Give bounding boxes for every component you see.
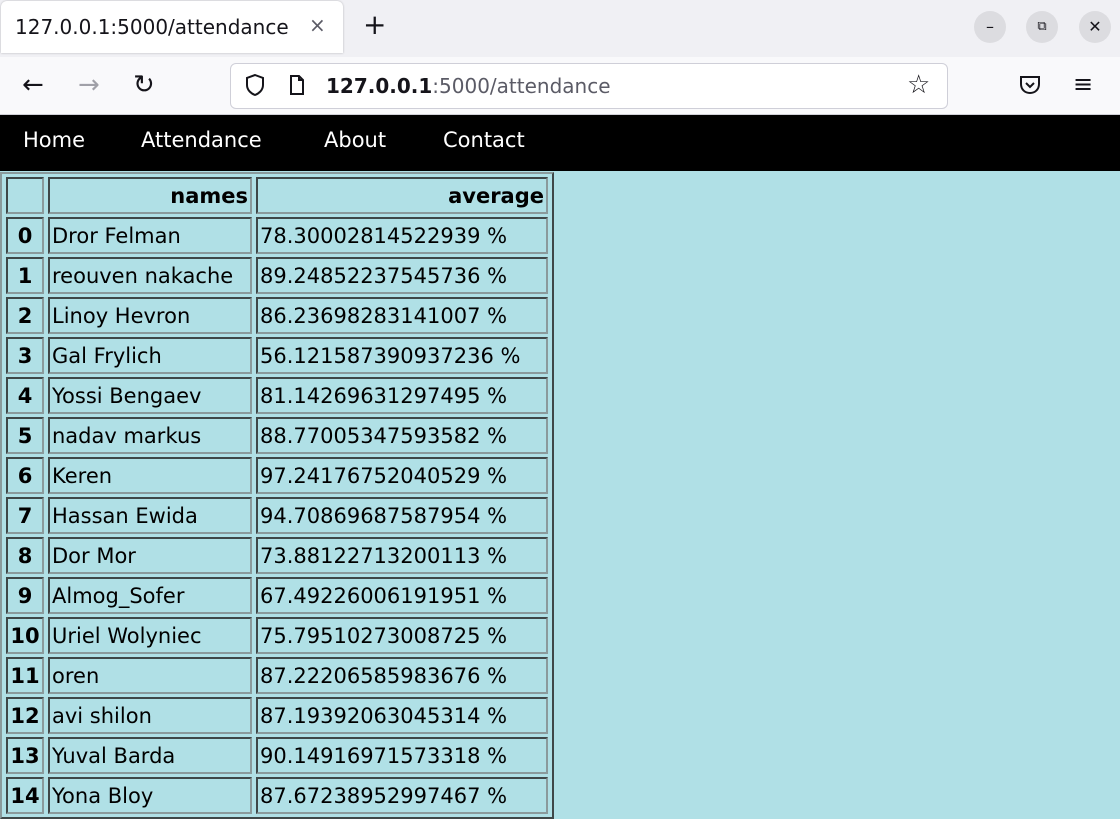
forward-arrow-icon[interactable]: →: [78, 70, 100, 100]
table-row: 1 reouven nakache 89.24852237545736 %: [6, 257, 548, 294]
page-info-icon[interactable]: [289, 75, 305, 95]
student-name-cell: Hassan Ewida: [48, 497, 252, 534]
table-row: 14 Yona Bloy 87.67238952997467 %: [6, 777, 548, 814]
close-window-button[interactable]: ✕: [1079, 11, 1111, 43]
table-row: 8 Dor Mor 73.88122713200113 %: [6, 537, 548, 574]
row-index: 9: [6, 577, 44, 614]
student-name-cell: oren: [48, 657, 252, 694]
attendance-table-container: names average 0 Dror Felman 78.30002814522…: [0, 172, 554, 819]
table-row: 11 oren 87.22206585983676 %: [6, 657, 548, 694]
shield-icon[interactable]: [245, 74, 265, 96]
average-cell: 87.19392063045314 %: [256, 697, 548, 734]
student-name-cell: Linoy Hevron: [48, 297, 252, 334]
nav-about-link[interactable]: About: [324, 128, 386, 152]
pocket-icon[interactable]: [1018, 74, 1042, 96]
url-host: 127.0.0.1: [326, 74, 433, 98]
table-row: 4 Yossi Bengaev 81.14269631297495 %: [6, 377, 548, 414]
nav-contact-link[interactable]: Contact: [443, 128, 525, 152]
table-row: 13 Yuval Barda 90.14916971573318 %: [6, 737, 548, 774]
url-bar[interactable]: 127.0.0.1:5000/attendance ☆: [230, 63, 948, 109]
row-index: 3: [6, 337, 44, 374]
tab-close-icon[interactable]: ×: [309, 13, 326, 37]
header-names: names: [48, 177, 252, 214]
row-index: 7: [6, 497, 44, 534]
average-cell: 90.14916971573318 %: [256, 737, 548, 774]
row-index: 13: [6, 737, 44, 774]
site-navigation: Home Attendance About Contact: [0, 115, 1120, 171]
row-index: 14: [6, 777, 44, 814]
tab-strip: 127.0.0.1:5000/attendance × + – ⧉ ✕: [0, 0, 1120, 57]
row-index: 4: [6, 377, 44, 414]
student-name-cell: reouven nakache: [48, 257, 252, 294]
average-cell: 97.24176752040529 %: [256, 457, 548, 494]
row-index: 10: [6, 617, 44, 654]
new-tab-button[interactable]: +: [363, 8, 386, 41]
header-average: average: [256, 177, 548, 214]
average-cell: 73.88122713200113 %: [256, 537, 548, 574]
average-cell: 86.23698283141007 %: [256, 297, 548, 334]
nav-home-link[interactable]: Home: [23, 128, 85, 152]
student-name-cell: Keren: [48, 457, 252, 494]
row-index: 6: [6, 457, 44, 494]
table-row: 5 nadav markus 88.77005347593582 %: [6, 417, 548, 454]
average-cell: 78.30002814522939 %: [256, 217, 548, 254]
header-index: [6, 177, 44, 214]
row-index: 11: [6, 657, 44, 694]
average-cell: 56.121587390937236 %: [256, 337, 548, 374]
average-cell: 75.79510273008725 %: [256, 617, 548, 654]
student-name-cell: Uriel Wolyniec: [48, 617, 252, 654]
row-index: 0: [6, 217, 44, 254]
row-index: 1: [6, 257, 44, 294]
table-header-row: names average: [6, 177, 548, 214]
average-cell: 94.70869687587954 %: [256, 497, 548, 534]
table-row: 12 avi shilon 87.19392063045314 %: [6, 697, 548, 734]
table-row: 10 Uriel Wolyniec 75.79510273008725 %: [6, 617, 548, 654]
tab-title: 127.0.0.1:5000/attendance: [15, 15, 289, 39]
row-index: 12: [6, 697, 44, 734]
url-text[interactable]: 127.0.0.1:5000/attendance: [326, 74, 611, 98]
student-name-cell: Dror Felman: [48, 217, 252, 254]
table-body: 0 Dror Felman 78.30002814522939 % 1 reouven …: [6, 217, 548, 814]
table-row: 6 Keren 97.24176752040529 %: [6, 457, 548, 494]
average-cell: 67.49226006191951 %: [256, 577, 548, 614]
url-path: :5000/attendance: [432, 74, 611, 98]
back-arrow-icon[interactable]: ←: [22, 70, 44, 100]
table-row: 3 Gal Frylich 56.121587390937236 %: [6, 337, 548, 374]
table-row: 9 Almog_Sofer 67.49226006191951 %: [6, 577, 548, 614]
restore-button[interactable]: ⧉: [1026, 11, 1058, 43]
row-index: 8: [6, 537, 44, 574]
average-cell: 89.24852237545736 %: [256, 257, 548, 294]
table-row: 2 Linoy Hevron 86.23698283141007 %: [6, 297, 548, 334]
row-index: 2: [6, 297, 44, 334]
student-name-cell: Yossi Bengaev: [48, 377, 252, 414]
student-name-cell: Dor Mor: [48, 537, 252, 574]
active-tab[interactable]: 127.0.0.1:5000/attendance ×: [1, 1, 343, 53]
table-row: 0 Dror Felman 78.30002814522939 %: [6, 217, 548, 254]
table-row: 7 Hassan Ewida 94.70869687587954 %: [6, 497, 548, 534]
nav-attendance-link[interactable]: Attendance: [141, 128, 262, 152]
row-index: 5: [6, 417, 44, 454]
student-name-cell: Yuval Barda: [48, 737, 252, 774]
average-cell: 87.22206585983676 %: [256, 657, 548, 694]
student-name-cell: Gal Frylich: [48, 337, 252, 374]
minimize-button[interactable]: –: [974, 11, 1006, 43]
hamburger-menu-icon[interactable]: ≡: [1073, 70, 1093, 98]
student-name-cell: avi shilon: [48, 697, 252, 734]
reload-icon[interactable]: ↻: [133, 70, 155, 100]
average-cell: 88.77005347593582 %: [256, 417, 548, 454]
average-cell: 81.14269631297495 %: [256, 377, 548, 414]
attendance-table: names average 0 Dror Felman 78.30002814522…: [0, 172, 554, 819]
student-name-cell: nadav markus: [48, 417, 252, 454]
student-name-cell: Almog_Sofer: [48, 577, 252, 614]
bookmark-star-icon[interactable]: ☆: [907, 70, 930, 100]
student-name-cell: Yona Bloy: [48, 777, 252, 814]
average-cell: 87.67238952997467 %: [256, 777, 548, 814]
navigation-toolbar: ← → ↻ 127.0.0.1:5000/attendance ☆ ≡: [0, 57, 1120, 115]
